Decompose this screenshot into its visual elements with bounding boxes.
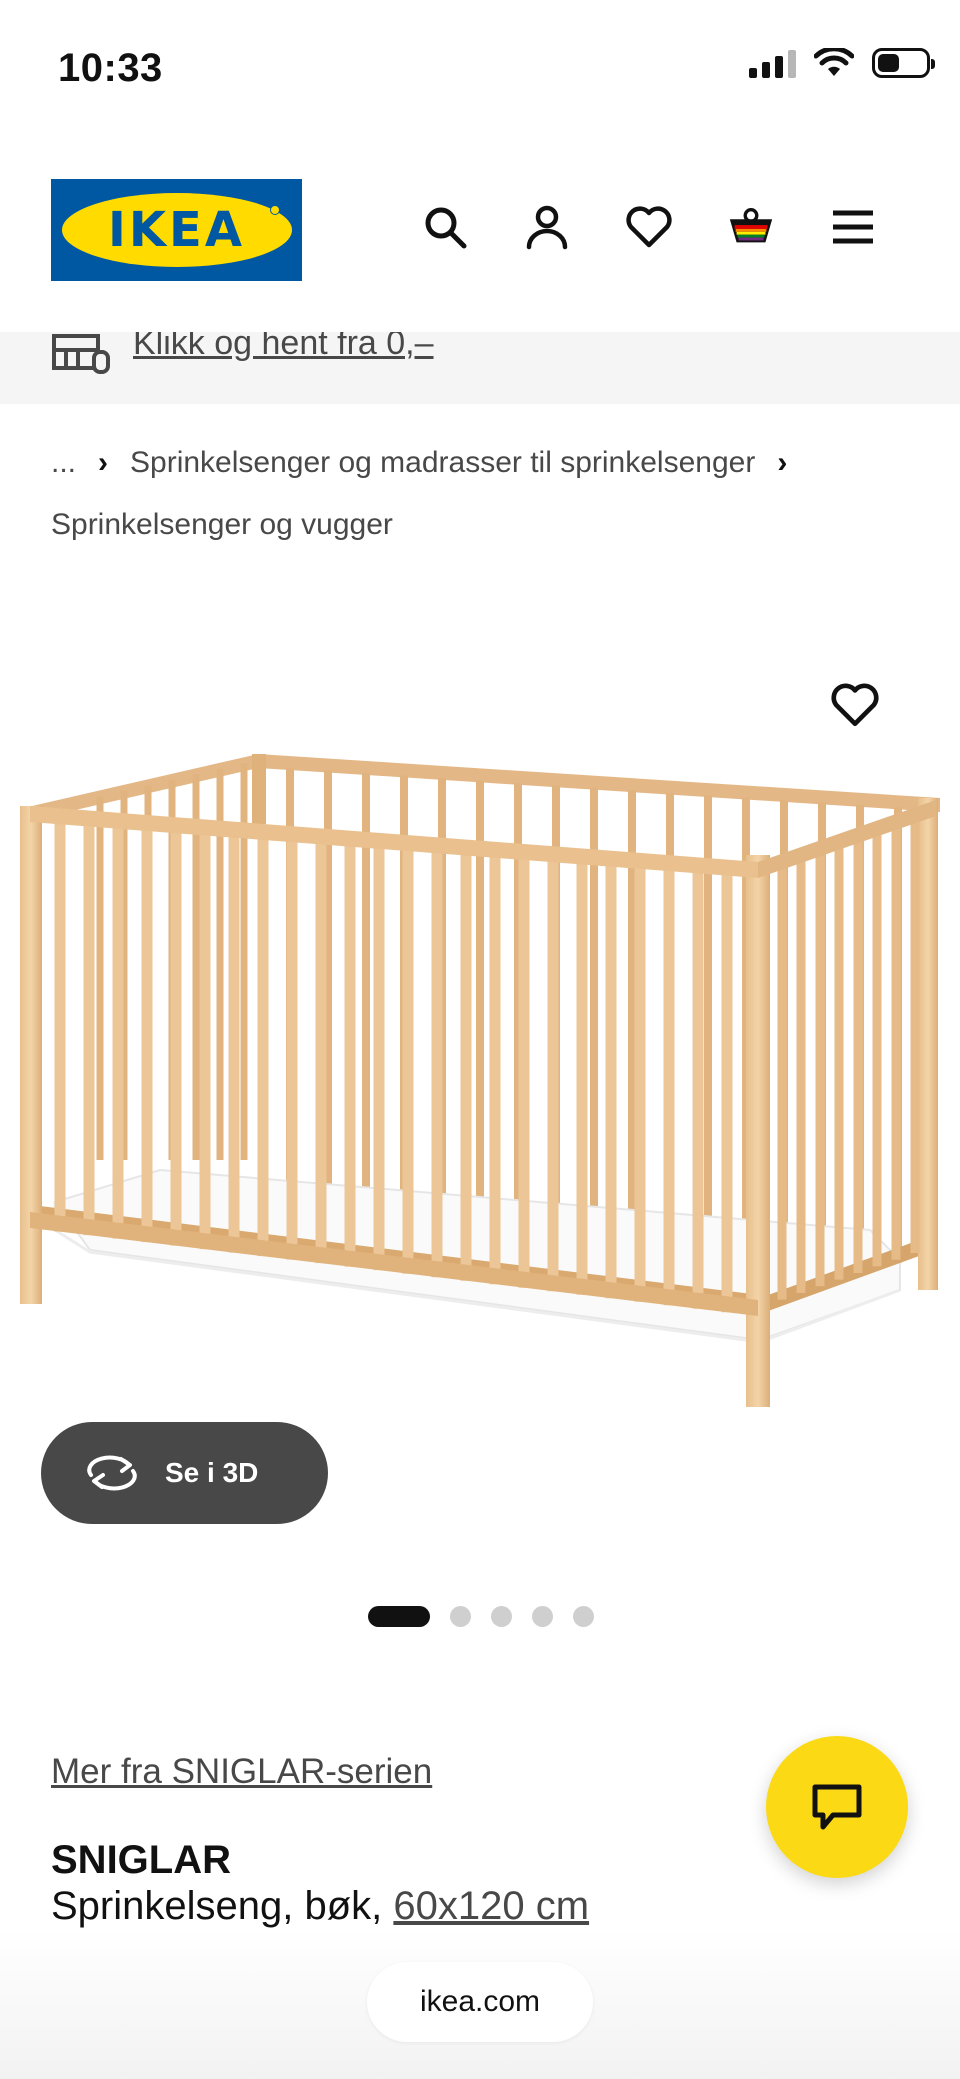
- product-size-link[interactable]: 60x120 cm: [393, 1884, 589, 1928]
- carousel-dot[interactable]: [573, 1606, 594, 1627]
- status-icons: [749, 48, 935, 78]
- breadcrumb: ... › Sprinkelsenger og madrasser til spri…: [51, 432, 931, 556]
- image-carousel-dots: [368, 1606, 594, 1627]
- view-3d-label: Se i 3D: [165, 1457, 259, 1488]
- search-icon[interactable]: [420, 202, 470, 252]
- view-3d-button[interactable]: Se i 3D: [41, 1422, 328, 1524]
- chevron-right-icon: ›: [777, 446, 788, 479]
- product-name: SNIGLAR: [51, 1838, 231, 1882]
- carousel-dot[interactable]: [532, 1606, 553, 1627]
- click-collect-link[interactable]: Klikk og hent fra 0,–: [133, 332, 434, 363]
- carousel-dot[interactable]: [491, 1606, 512, 1627]
- browser-url-bar[interactable]: ikea.com: [367, 1962, 593, 2042]
- ikea-logo[interactable]: IKEA: [51, 179, 302, 281]
- breadcrumb-item[interactable]: Sprinkelsenger og madrasser til sprinkel…: [130, 446, 755, 479]
- product-description-text: Sprinkelseng, bøk,: [51, 1884, 394, 1928]
- carousel-dot[interactable]: [450, 1606, 471, 1627]
- chevron-right-icon: ›: [98, 446, 109, 479]
- rotate-3d-icon: [87, 1455, 137, 1491]
- click-collect-banner[interactable]: Klikk og hent fra 0,–: [0, 332, 960, 404]
- account-icon[interactable]: [522, 202, 572, 252]
- wifi-icon: [814, 48, 854, 76]
- favourites-icon[interactable]: [624, 202, 674, 252]
- click-collect-icon: [52, 334, 110, 374]
- logo-text: IKEA: [108, 202, 245, 258]
- status-bar: 10:33: [0, 0, 960, 140]
- breadcrumb-ellipsis[interactable]: ...: [51, 446, 76, 479]
- site-header: IKEA: [0, 140, 960, 332]
- save-to-favourites-icon[interactable]: [830, 682, 880, 728]
- header-icons: [420, 202, 878, 252]
- status-time: 10:33: [58, 46, 163, 90]
- chat-button[interactable]: [766, 1736, 908, 1878]
- product-image[interactable]: [0, 640, 960, 1470]
- menu-icon[interactable]: [828, 202, 878, 252]
- carousel-dot[interactable]: [368, 1606, 430, 1627]
- battery-icon: [872, 48, 935, 78]
- product-description: Sprinkelseng, bøk, 60x120 cm: [51, 1884, 589, 1929]
- crib-side-slats: [777, 815, 920, 1300]
- chat-icon: [812, 1784, 862, 1830]
- series-link[interactable]: Mer fra SNIGLAR-serien: [51, 1752, 432, 1792]
- cellular-signal-icon: [749, 48, 796, 78]
- breadcrumb-item[interactable]: Sprinkelsenger og vugger: [51, 508, 393, 541]
- shopping-bag-icon[interactable]: [726, 202, 776, 252]
